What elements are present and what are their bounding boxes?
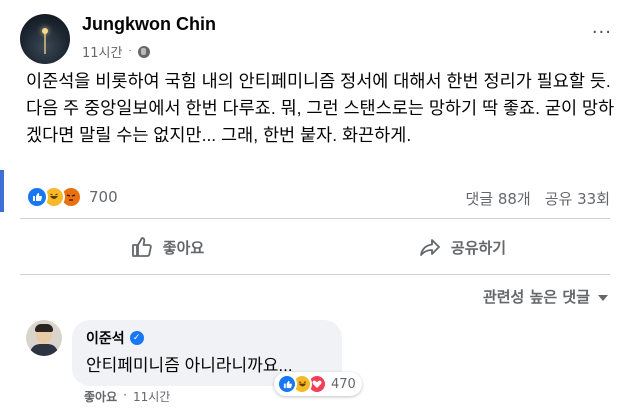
- reaction-summary[interactable]: 700: [26, 186, 118, 208]
- post-body: 이준석을 비롯하여 국힘 내의 안티페미니즘 정서에 대해서 한번 정리가 필요…: [26, 71, 615, 145]
- post-header: Jungkwon Chin 11시간 · ···: [20, 10, 612, 64]
- like-icon: [277, 374, 297, 394]
- avatar-light: [42, 28, 48, 34]
- share-count[interactable]: 공유 33회: [545, 188, 610, 209]
- reaction-count[interactable]: 700: [89, 188, 118, 206]
- like-button[interactable]: 좋아요: [20, 226, 315, 268]
- like-icon: [26, 186, 48, 208]
- share-arrow-icon: [419, 236, 441, 258]
- avatar-suit: [30, 344, 58, 356]
- divider-bottom: [20, 274, 610, 275]
- comment-count[interactable]: 댓글 88개: [465, 188, 530, 209]
- commenter-name-row: 이준석 ✓: [86, 328, 328, 348]
- author-avatar[interactable]: [20, 14, 70, 64]
- comment-footer: 좋아요 · 11시간: [84, 388, 170, 405]
- divider-top: [20, 218, 610, 219]
- avatar-mast: [44, 32, 46, 54]
- avatar-hair: [35, 324, 53, 332]
- comment-like-link[interactable]: 좋아요: [84, 388, 117, 405]
- comment-separator: ·: [123, 388, 127, 402]
- comment-sort-dropdown[interactable]: 관련성 높은 댓글: [483, 286, 608, 307]
- meta-separator: ·: [128, 46, 132, 57]
- comment-time[interactable]: 11시간: [133, 388, 170, 405]
- thumbs-up-icon: [131, 236, 153, 258]
- sort-label: 관련성 높은 댓글: [482, 288, 590, 306]
- comment-reaction-summary[interactable]: 470: [274, 372, 362, 396]
- focus-rail: [0, 170, 4, 212]
- chevron-down-icon: [598, 294, 608, 301]
- share-button[interactable]: 공유하기: [315, 226, 610, 268]
- globe-icon[interactable]: [137, 45, 150, 58]
- post-meta: 11시간 ·: [82, 42, 150, 61]
- post-actions: 좋아요 공유하기: [20, 226, 610, 268]
- commenter-avatar[interactable]: [26, 320, 62, 356]
- like-button-label: 좋아요: [162, 238, 205, 257]
- comment-reaction-count: 470: [331, 376, 356, 392]
- engagement-counts: 댓글 88개 공유 33회: [465, 188, 610, 209]
- more-options-button[interactable]: ···: [592, 22, 612, 43]
- post-time[interactable]: 11시간: [82, 42, 122, 61]
- post-stats: 700 댓글 88개 공유 33회: [26, 186, 610, 210]
- author-name[interactable]: Jungkwon Chin: [82, 14, 216, 35]
- verified-badge-icon: ✓: [129, 331, 144, 345]
- commenter-name[interactable]: 이준석: [86, 328, 125, 348]
- share-button-label: 공유하기: [450, 238, 507, 257]
